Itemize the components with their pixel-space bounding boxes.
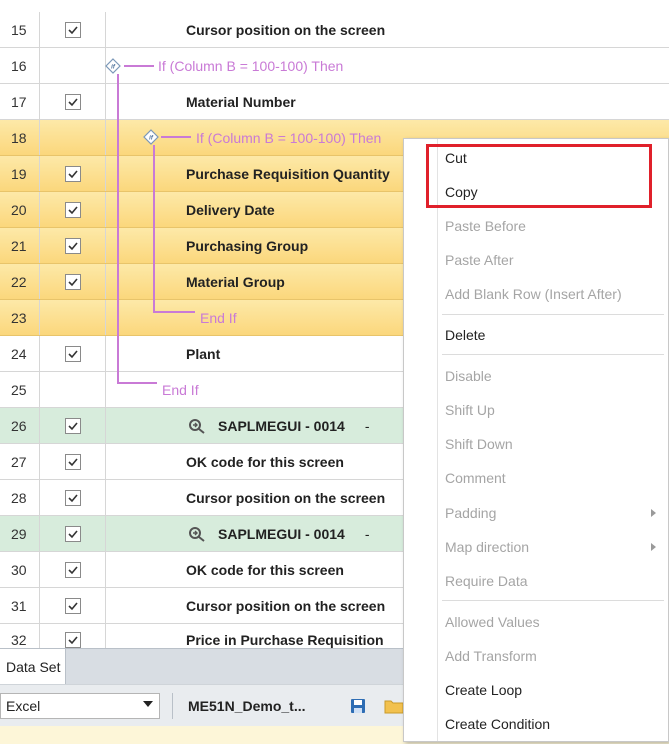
table-row[interactable]: 15 Cursor position on the screen <box>0 12 669 48</box>
row-checkbox[interactable] <box>64 93 81 110</box>
menu-item-label: Map direction <box>445 539 530 555</box>
condition-end-label: End If <box>200 309 237 326</box>
condition-connector <box>161 136 191 138</box>
toolbar-divider <box>172 693 173 719</box>
condition-end-label: End If <box>162 381 199 398</box>
condition-if-label: If (Column B = 100-100) Then <box>158 57 344 74</box>
menu-item-add-blank-row[interactable]: Add Blank Row (Insert After) <box>404 277 669 311</box>
step-label: Cursor position on the screen <box>186 21 386 38</box>
menu-separator <box>442 600 664 601</box>
menu-separator <box>442 354 664 355</box>
save-icon[interactable] <box>350 698 366 714</box>
data-source-value: Excel <box>6 698 41 714</box>
menu-item-allowed-values[interactable]: Allowed Values <box>404 605 669 639</box>
menu-item-add-transform[interactable]: Add Transform <box>404 639 669 673</box>
row-number: 28 <box>0 480 40 515</box>
row-number: 16 <box>0 48 40 83</box>
screen-navigate-icon <box>189 418 205 434</box>
chevron-right-icon <box>651 509 656 517</box>
row-checkbox[interactable] <box>64 453 81 470</box>
highlight-box <box>426 144 652 208</box>
menu-item-paste-before[interactable]: Paste Before <box>404 209 669 243</box>
row-checkbox[interactable] <box>64 561 81 578</box>
row-number: 17 <box>0 84 40 119</box>
row-number: 30 <box>0 552 40 587</box>
screen-name: SAPLMEGUI - 0014 <box>218 525 345 542</box>
row-number: 31 <box>0 588 40 623</box>
chevron-down-icon <box>143 701 153 707</box>
row-number: 25 <box>0 372 40 407</box>
chevron-right-icon <box>651 543 656 551</box>
condition-connector <box>153 311 195 313</box>
row-checkbox[interactable] <box>64 273 81 290</box>
step-label: Delivery Date <box>186 201 275 218</box>
menu-item-paste-after[interactable]: Paste After <box>404 243 669 277</box>
screen-separator: - <box>364 417 370 434</box>
if-diamond-icon: if <box>105 58 121 74</box>
row-checkbox[interactable] <box>64 165 81 182</box>
table-row[interactable]: 16 If (Column B = 100-100) Then <box>0 48 669 84</box>
condition-bracket-line <box>153 145 155 313</box>
step-label: Purchasing Group <box>186 237 309 254</box>
if-diamond-icon: if <box>143 129 159 145</box>
context-menu: Cut Copy Paste Before Paste After Add Bl… <box>403 138 669 742</box>
row-checkbox[interactable] <box>64 345 81 362</box>
row-number: 19 <box>0 156 40 191</box>
row-checkbox[interactable] <box>64 201 81 218</box>
row-checkbox[interactable] <box>64 597 81 614</box>
step-label: Purchase Requisition Quantity <box>186 165 390 182</box>
condition-bracket-line <box>117 74 119 384</box>
row-number: 24 <box>0 336 40 371</box>
menu-item-label: Padding <box>445 505 497 521</box>
data-source-select[interactable]: Excel <box>0 693 160 719</box>
row-number: 27 <box>0 444 40 479</box>
menu-item-comment[interactable]: Comment <box>404 461 669 495</box>
row-number: 32 <box>0 624 40 648</box>
step-label: Material Number <box>186 93 296 110</box>
row-number: 20 <box>0 192 40 227</box>
screen-navigate-icon <box>189 526 205 542</box>
screen-separator: - <box>364 525 370 542</box>
row-checkbox[interactable] <box>64 237 81 254</box>
menu-item-create-loop[interactable]: Create Loop <box>404 673 669 707</box>
row-number: 23 <box>0 300 40 335</box>
menu-item-shift-down[interactable]: Shift Down <box>404 427 669 461</box>
step-label: Cursor position on the screen <box>186 597 386 614</box>
condition-if-label: If (Column B = 100-100) Then <box>196 129 382 146</box>
menu-item-map-direction[interactable]: Map direction <box>404 530 669 564</box>
condition-connector <box>117 382 157 384</box>
step-label: Cursor position on the screen <box>186 489 386 506</box>
step-label: Material Group <box>186 273 285 290</box>
row-checkbox[interactable] <box>64 21 81 38</box>
row-number: 29 <box>0 516 40 551</box>
menu-separator <box>442 314 664 315</box>
menu-item-create-condition[interactable]: Create Condition <box>404 707 669 741</box>
open-folder-icon[interactable] <box>384 698 404 714</box>
screen-name: SAPLMEGUI - 0014 <box>218 417 345 434</box>
row-checkbox[interactable] <box>64 417 81 434</box>
row-checkbox[interactable] <box>64 632 81 648</box>
menu-item-padding[interactable]: Padding <box>404 496 669 530</box>
step-label: Price in Purchase Requisition <box>186 632 384 648</box>
row-number: 22 <box>0 264 40 299</box>
menu-item-disable[interactable]: Disable <box>404 359 669 393</box>
row-number: 15 <box>0 12 40 47</box>
row-number: 21 <box>0 228 40 263</box>
table-row[interactable]: 17 Material Number <box>0 84 669 120</box>
condition-connector <box>124 65 154 67</box>
menu-item-delete[interactable]: Delete <box>404 318 669 352</box>
row-number: 26 <box>0 408 40 443</box>
tab-data-set[interactable]: Data Set <box>0 649 66 684</box>
data-file-name: ME51N_Demo_t... <box>188 698 306 714</box>
step-label: Plant <box>186 345 221 362</box>
row-checkbox[interactable] <box>64 525 81 542</box>
step-label: OK code for this screen <box>186 561 344 578</box>
menu-item-shift-up[interactable]: Shift Up <box>404 393 669 427</box>
menu-item-require-data[interactable]: Require Data <box>404 564 669 598</box>
row-number: 18 <box>0 120 40 155</box>
step-label: OK code for this screen <box>186 453 344 470</box>
row-checkbox[interactable] <box>64 489 81 506</box>
